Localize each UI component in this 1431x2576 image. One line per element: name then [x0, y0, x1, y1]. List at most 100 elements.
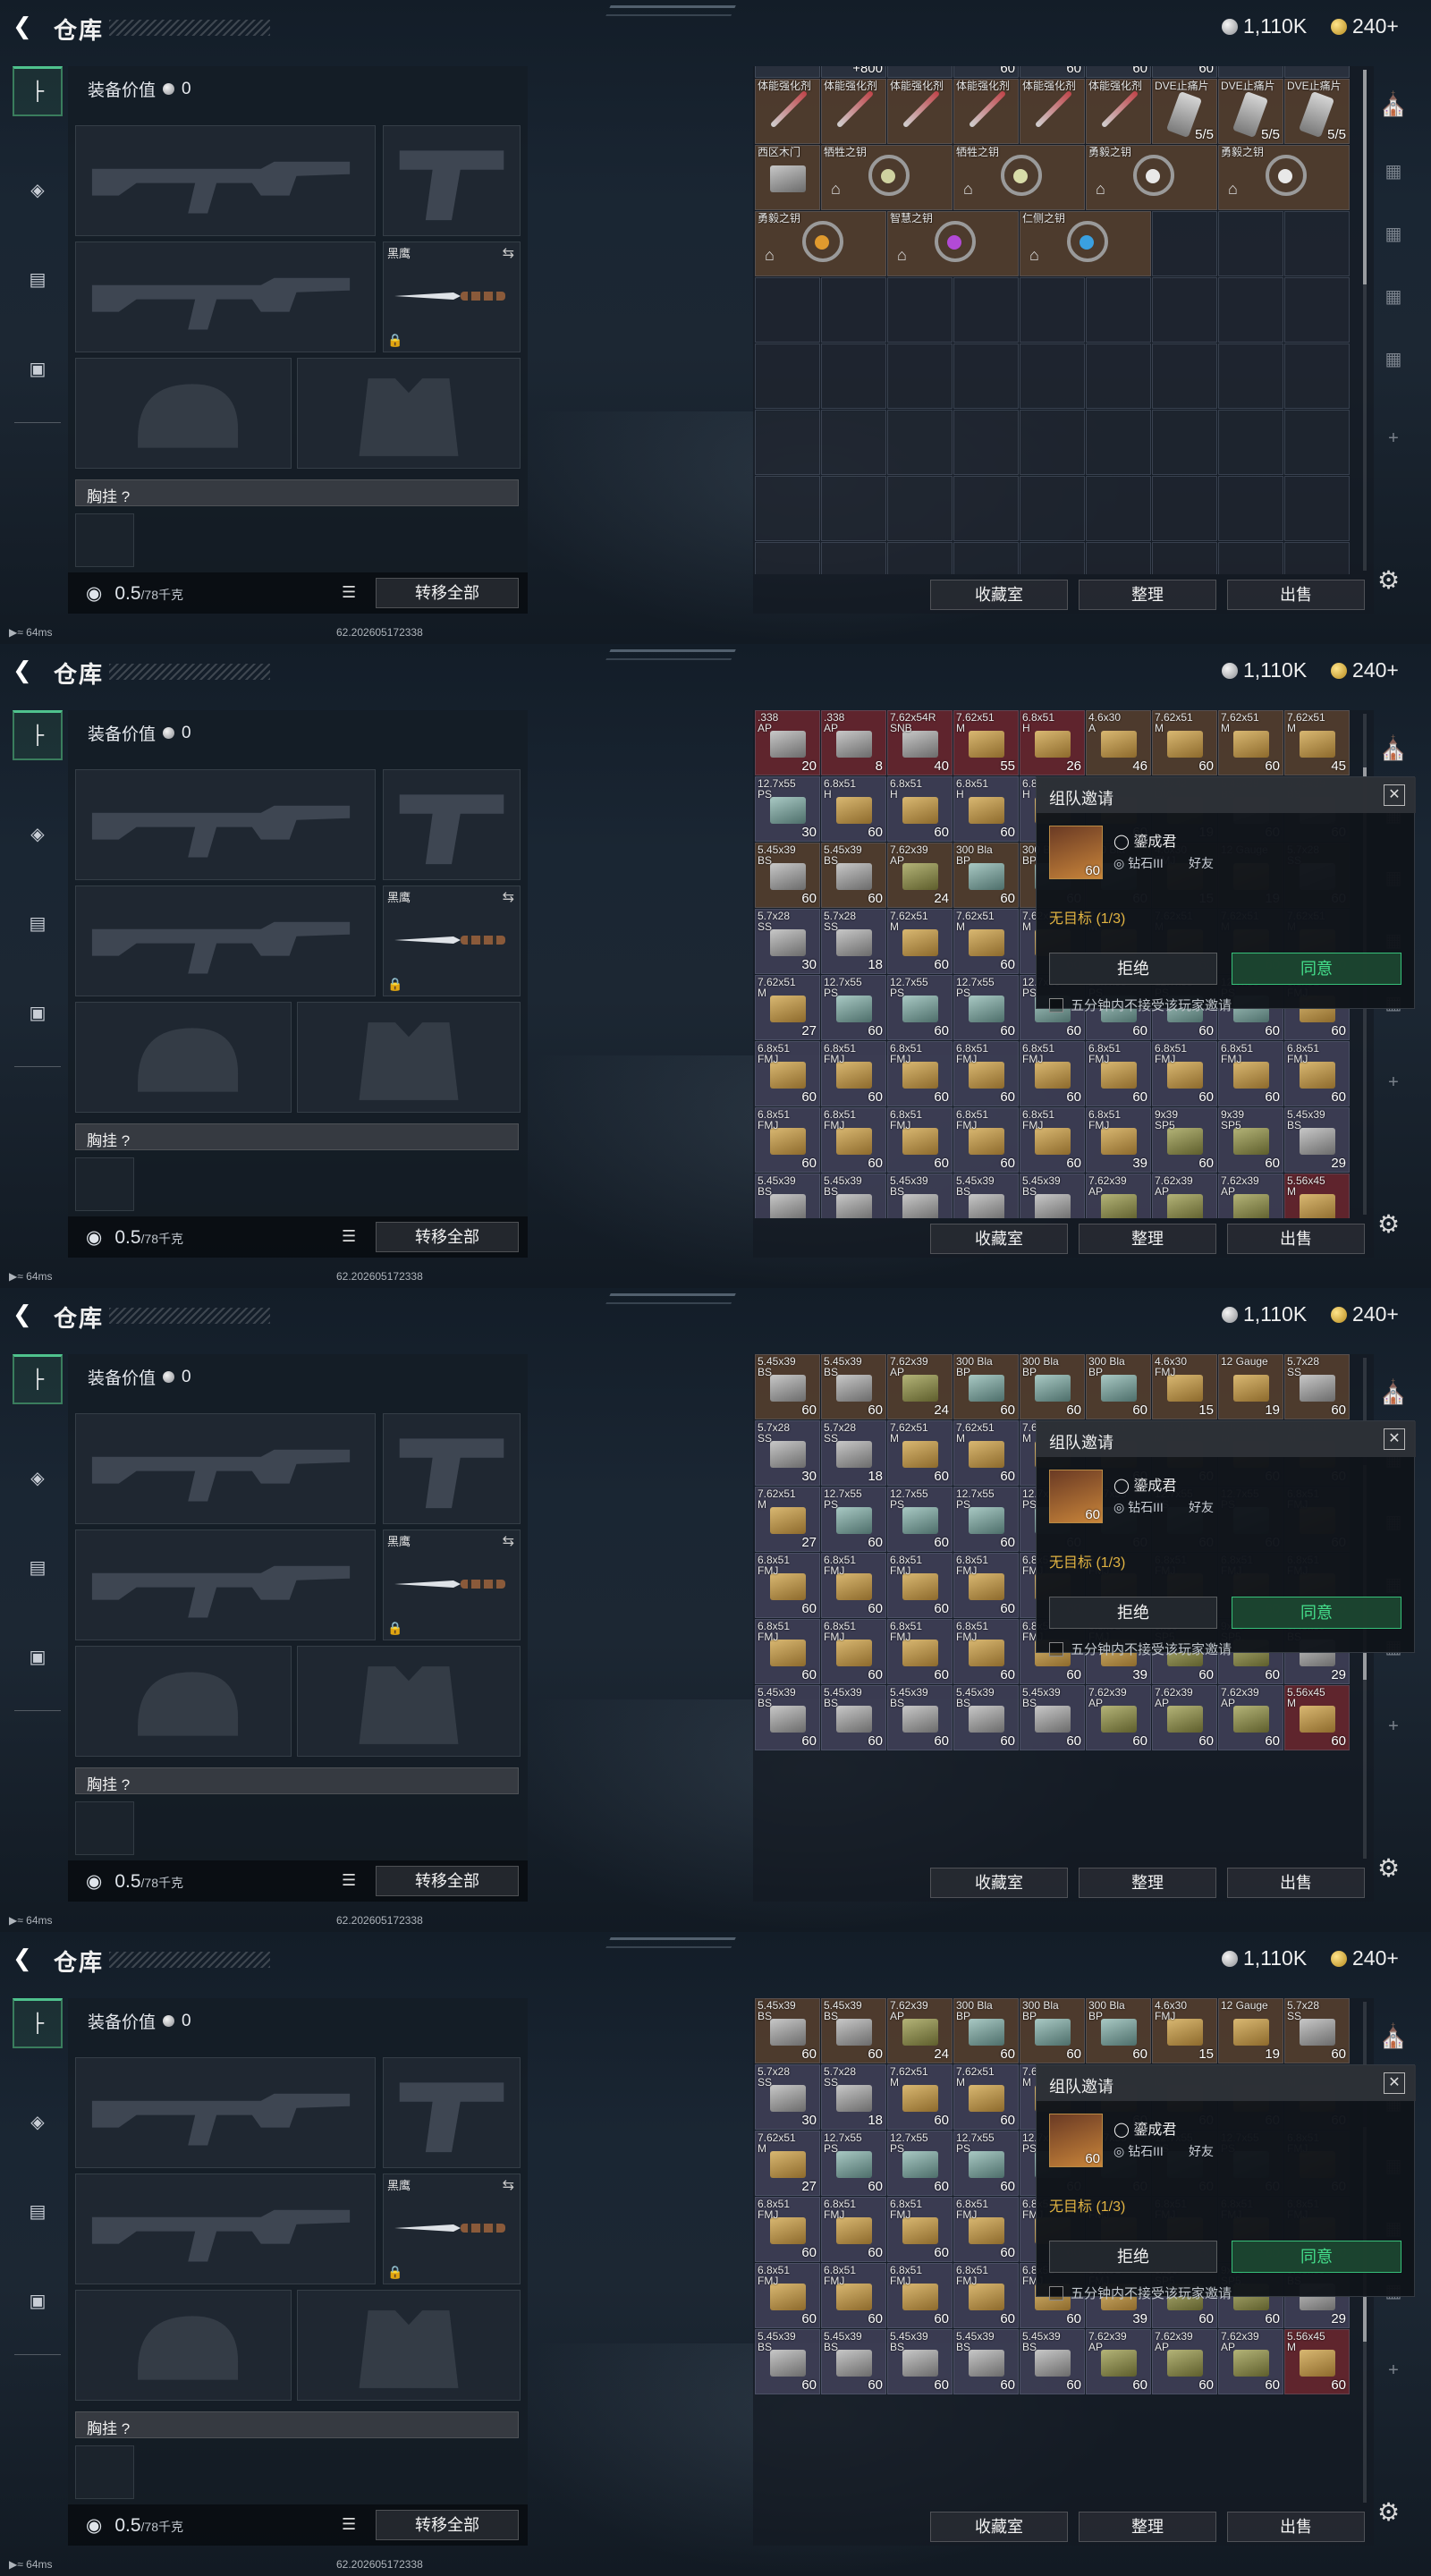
partial-row-item[interactable]: 60 — [1020, 66, 1085, 78]
nav-weapons-tab[interactable]: ├ — [13, 1354, 63, 1404]
sidearm-slot[interactable] — [383, 125, 521, 236]
ammo-item[interactable]: 12.7x55 PS 60 — [953, 2131, 1019, 2196]
nav-clipboard-tab[interactable]: ▤ — [13, 2193, 63, 2229]
secondary-weapon-slot[interactable] — [75, 242, 376, 352]
nav-helmet-tab[interactable]: ◈ — [13, 816, 63, 852]
ammo-item[interactable]: 7.62x39 AP 24 — [887, 843, 953, 908]
add-stash-icon[interactable]: + — [1374, 2351, 1413, 2390]
ammo-item[interactable]: 12.7x55 PS 60 — [953, 975, 1019, 1040]
ammo-item[interactable]: 12.7x55 PS 30 — [755, 776, 820, 842]
nav-clipboard-tab[interactable]: ▤ — [13, 1549, 63, 1585]
settings-gear-icon[interactable]: ⚙ — [1377, 2497, 1400, 2527]
mute-invite-checkbox[interactable]: 五分钟内不接受该玩家邀请 — [1049, 996, 1232, 1014]
ammo-item[interactable]: 9x39 SP5 60 — [1218, 1107, 1283, 1173]
back-arrow-icon[interactable]: ❮ — [13, 1945, 39, 1971]
stash-page-1-icon[interactable]: ▦ — [1374, 340, 1413, 379]
ammo-item[interactable]: 7.62x39 AP60 — [1086, 1174, 1151, 1218]
ammo-item[interactable]: 6.8x51 FMJ 60 — [953, 2197, 1019, 2262]
key-item[interactable]: ⌂ 勇毅之钥 — [755, 211, 886, 276]
ammo-item[interactable]: 6.8x51 FMJ 60 — [953, 1107, 1019, 1173]
scrollbar-thumb[interactable] — [1363, 70, 1367, 284]
ammo-item[interactable]: 6.8x51 FMJ 39 — [1086, 1107, 1151, 1173]
list-icon[interactable]: ☰ — [342, 1227, 356, 1246]
medical-item[interactable]: DVE止痛片 5/5 — [1284, 79, 1350, 144]
ammo-item[interactable]: 300 Bla BP 60 — [1086, 1998, 1151, 2063]
ammo-item[interactable]: 西区木门 — [755, 145, 820, 210]
swap-arrows-icon[interactable]: ⇆ — [503, 888, 514, 906]
empty-slot[interactable] — [1152, 211, 1217, 276]
swap-arrows-icon[interactable]: ⇆ — [503, 1532, 514, 1550]
empty-slot[interactable] — [1218, 542, 1283, 574]
ammo-item[interactable]: 300 Bla BP 60 — [953, 1998, 1019, 2063]
empty-slot[interactable] — [1020, 410, 1085, 475]
add-stash-icon[interactable]: + — [1374, 1063, 1413, 1102]
ammo-item[interactable]: 5.45x39 BS60 — [821, 2329, 886, 2394]
gold-currency[interactable]: 240+ — [1331, 1302, 1399, 1326]
empty-slot[interactable] — [821, 542, 886, 574]
ammo-item[interactable]: 12.7x55 PS 60 — [887, 975, 953, 1040]
ammo-item[interactable]: 6.8x51 FMJ 60 — [755, 2263, 820, 2328]
stash-page-3-icon[interactable]: ▦ — [1374, 215, 1413, 254]
empty-slot[interactable] — [1152, 476, 1217, 541]
empty-slot[interactable] — [887, 343, 953, 409]
ammo-item[interactable]: 7.62x51 M 60 — [887, 2064, 953, 2130]
ammo-item[interactable]: 6.8x51 FMJ 60 — [953, 2263, 1019, 2328]
partial-row-item[interactable] — [755, 66, 820, 78]
empty-slot[interactable] — [1152, 343, 1217, 409]
ammo-item[interactable]: 7.62x51 M 27 — [755, 2131, 820, 2196]
ammo-item[interactable]: 5.45x39 BS60 — [953, 1685, 1019, 1750]
medical-item[interactable]: 体能强化剂 — [1086, 79, 1151, 144]
sell-button[interactable]: 出售 — [1227, 580, 1365, 610]
accept-button[interactable]: 同意 — [1232, 953, 1401, 985]
back-arrow-icon[interactable]: ❮ — [13, 13, 39, 39]
ammo-item[interactable]: 7.62x51 M 27 — [755, 975, 820, 1040]
empty-slot[interactable] — [1152, 542, 1217, 574]
ammo-item[interactable]: 5.45x39 BS60 — [953, 1174, 1019, 1218]
ammo-item[interactable]: 6.8x51 FMJ 60 — [755, 1619, 820, 1684]
armor-slot[interactable] — [297, 1002, 521, 1113]
medical-item[interactable]: 体能强化剂 — [755, 79, 820, 144]
empty-slot[interactable] — [821, 476, 886, 541]
chest-rig-slot[interactable]: 胸挂 ? — [75, 479, 519, 506]
nav-clipboard-tab[interactable]: ▤ — [13, 261, 63, 297]
empty-slot[interactable] — [953, 343, 1019, 409]
nav-briefcase-tab[interactable]: ▣ — [13, 995, 63, 1030]
reject-button[interactable]: 拒绝 — [1049, 953, 1217, 985]
ammo-item[interactable]: 5.45x39 BS60 — [755, 1174, 820, 1218]
ammo-item[interactable]: 7.62x51 M 60 — [953, 1420, 1019, 1486]
empty-slot[interactable] — [755, 410, 820, 475]
ammo-item[interactable]: 300 Bla BP 60 — [1020, 1354, 1085, 1419]
ammo-item[interactable]: 6.8x51 FMJ 60 — [1086, 1041, 1151, 1106]
ammo-item[interactable]: 6.8x51 FMJ 60 — [821, 1107, 886, 1173]
empty-slot[interactable] — [1284, 410, 1350, 475]
backpack-slot[interactable] — [75, 513, 134, 567]
backpack-slot[interactable] — [75, 1157, 134, 1211]
ammo-item[interactable]: 5.7x28 SS 60 — [1284, 1354, 1350, 1419]
ammo-item[interactable]: 12.7x55 PS 60 — [953, 1487, 1019, 1552]
settings-gear-icon[interactable]: ⚙ — [1377, 565, 1400, 595]
ammo-item[interactable]: .338 AP 20 — [755, 710, 820, 775]
accept-button[interactable]: 同意 — [1232, 1597, 1401, 1629]
melee-slot[interactable]: 黑鹰 ⇆ 🔒 — [383, 2174, 521, 2284]
ammo-item[interactable]: 6.8x51 FMJ 60 — [1218, 1041, 1283, 1106]
ammo-item[interactable]: 7.62x51 M 60 — [1218, 710, 1283, 775]
swap-arrows-icon[interactable]: ⇆ — [503, 244, 514, 262]
ammo-item[interactable]: 5.45x39 BS 29 — [1284, 1107, 1350, 1173]
nav-helmet-tab[interactable]: ◈ — [13, 1460, 63, 1496]
settings-gear-icon[interactable]: ⚙ — [1377, 1853, 1400, 1883]
transfer-all-button[interactable]: 转移全部 — [376, 2510, 519, 2540]
ammo-item[interactable]: 5.7x28 SS 18 — [821, 909, 886, 974]
empty-slot[interactable] — [821, 343, 886, 409]
ammo-item[interactable]: 6.8x51 FMJ 60 — [1152, 1041, 1217, 1106]
ammo-item[interactable]: 6.8x51 FMJ 60 — [821, 2197, 886, 2262]
collection-room-button[interactable]: 收藏室 — [930, 580, 1068, 610]
ammo-item[interactable]: 12 Gauge 19 — [1218, 1354, 1283, 1419]
ammo-item[interactable]: 7.62x39 AP60 — [1218, 2329, 1283, 2394]
empty-slot[interactable] — [1152, 277, 1217, 343]
ammo-item[interactable]: 6.8x51 H 60 — [887, 776, 953, 842]
checkbox[interactable] — [1049, 1641, 1063, 1657]
ammo-item[interactable]: 5.7x28 SS 18 — [821, 1420, 886, 1486]
collection-room-button[interactable]: 收藏室 — [930, 1868, 1068, 1898]
ammo-item[interactable]: 6.8x51 FMJ 60 — [755, 1041, 820, 1106]
key-item[interactable]: ⌂ 牺牲之钥 — [953, 145, 1085, 210]
